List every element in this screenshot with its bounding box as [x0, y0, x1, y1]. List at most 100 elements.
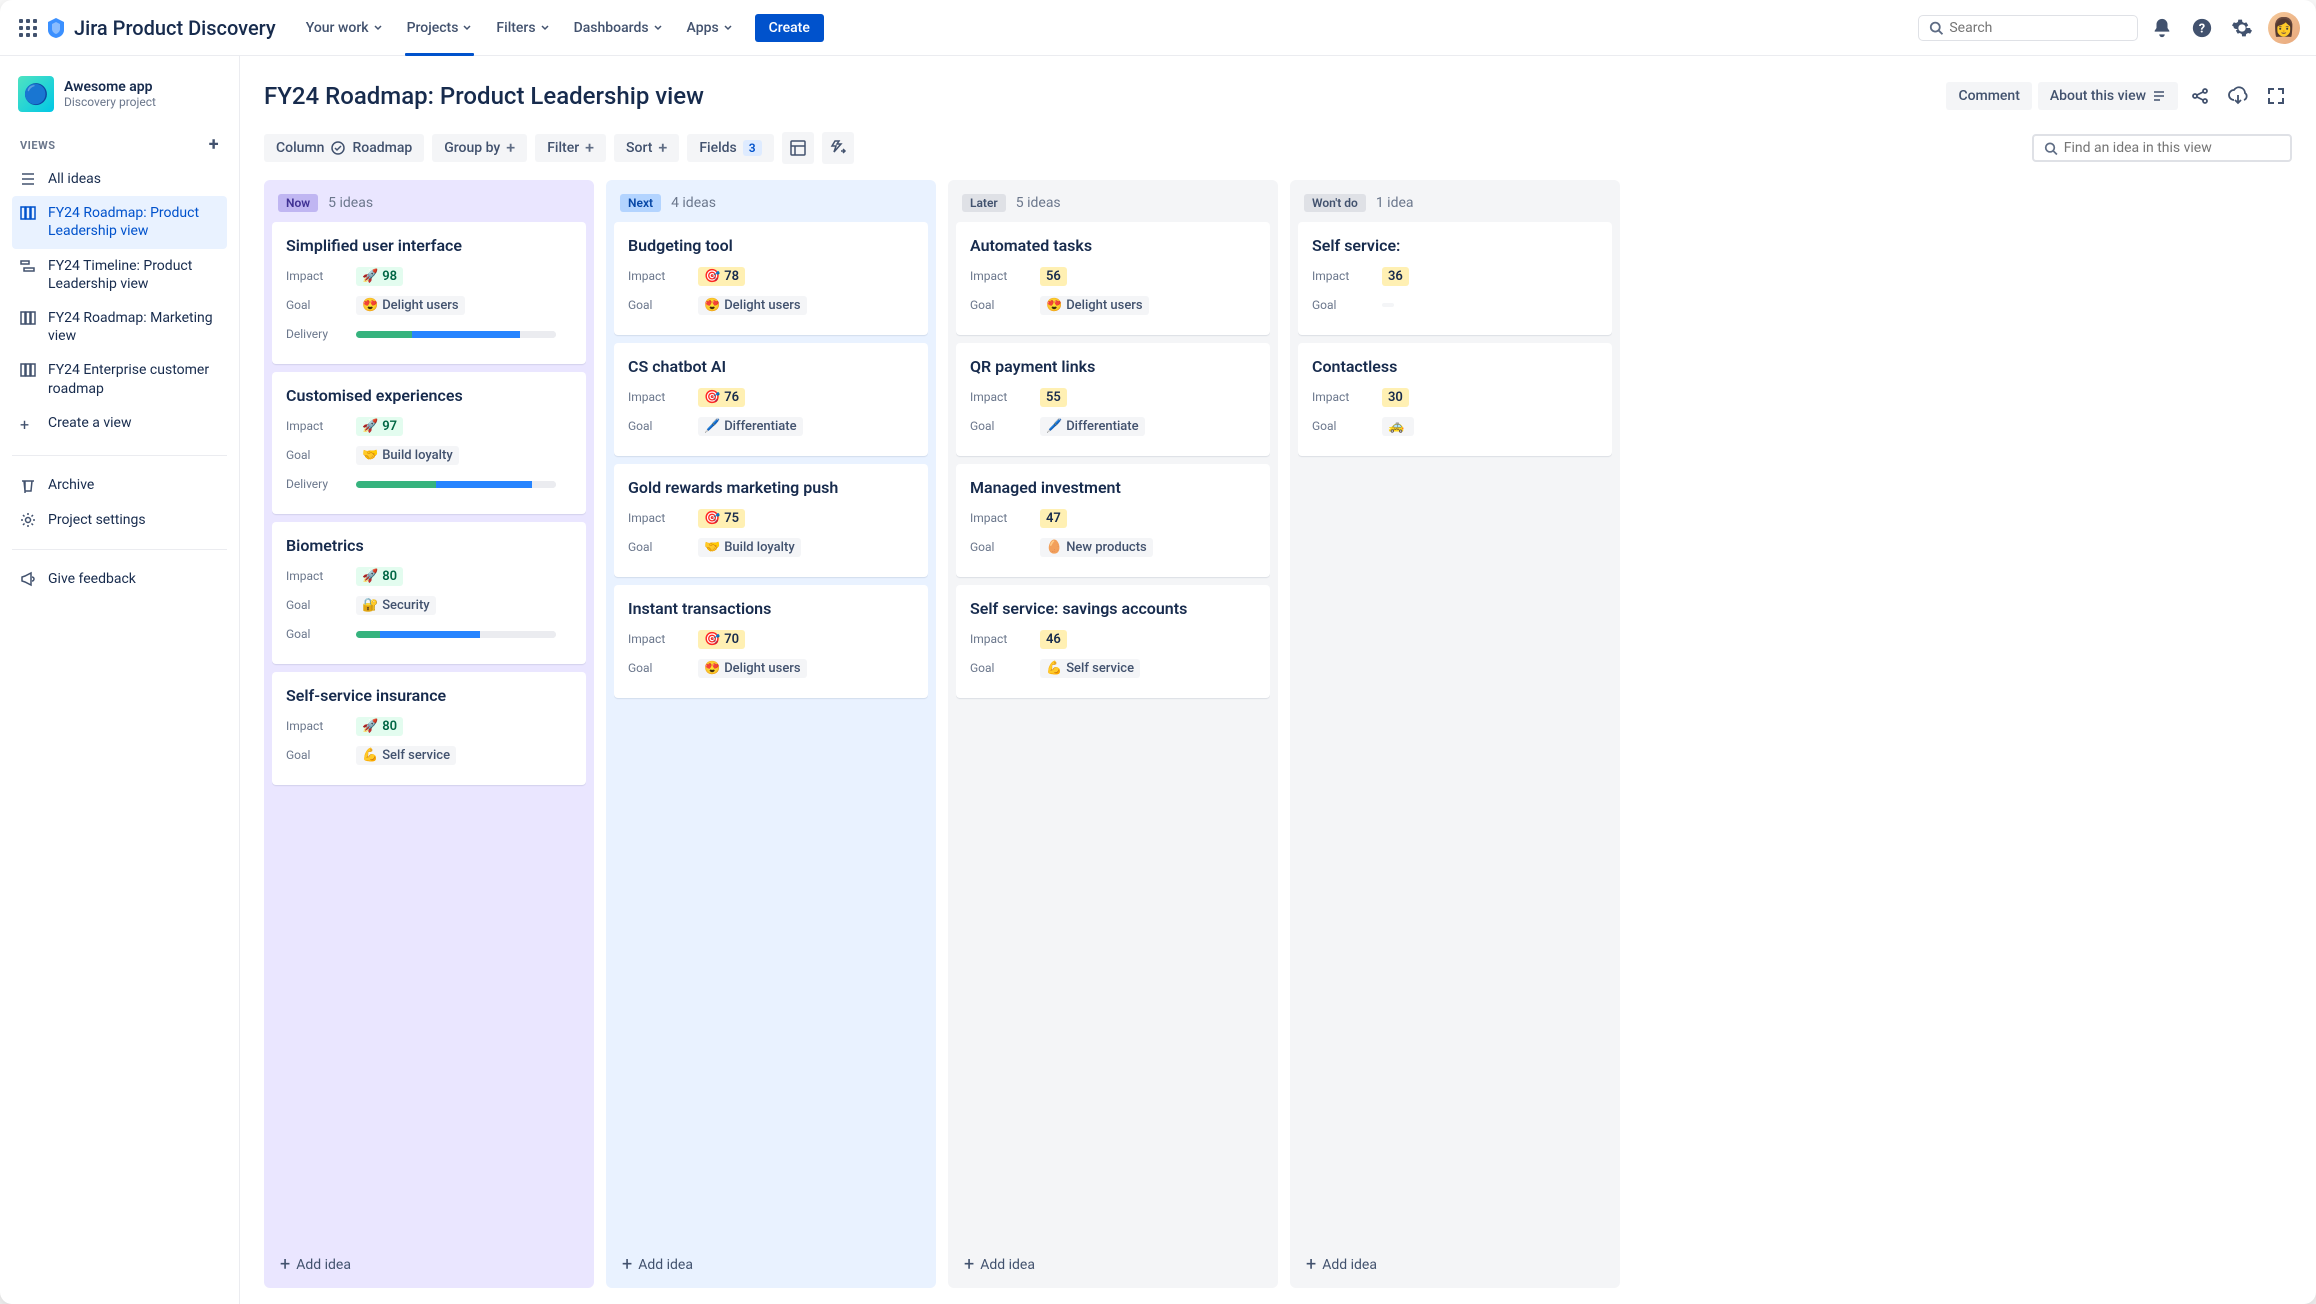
add-idea-button[interactable]: +Add idea: [272, 1246, 586, 1280]
sidebar-archive[interactable]: Archive: [12, 468, 227, 502]
project-header[interactable]: 🔵 Awesome app Discovery project: [12, 76, 227, 112]
megaphone-icon: [20, 571, 38, 587]
nav-your-work[interactable]: Your work: [296, 12, 393, 44]
field-label: Impact: [970, 269, 1040, 283]
goal-badge: 🖊️Differentiate: [698, 417, 803, 436]
sidebar-item-all-ideas[interactable]: All ideas: [12, 162, 227, 196]
nav-projects[interactable]: Projects: [397, 12, 483, 44]
idea-card[interactable]: Budgeting toolImpact🎯78Goal😍Delight user…: [614, 222, 928, 335]
card-title: QR payment links: [970, 357, 1256, 376]
card-title: Gold rewards marketing push: [628, 478, 914, 497]
project-name: Awesome app: [64, 79, 156, 95]
field-label: Goal: [286, 598, 356, 612]
sidebar-item-timeline-product[interactable]: FY24 Timeline: Product Leadership view: [12, 249, 227, 301]
global-search-input[interactable]: [1949, 20, 2127, 36]
find-idea-input[interactable]: [2064, 140, 2280, 156]
idea-card[interactable]: Customised experiencesImpact🚀97Goal🤝Buil…: [272, 372, 586, 514]
column-header: Later 5 ideas: [956, 188, 1270, 222]
fields-button[interactable]: Fields3: [687, 134, 773, 162]
card-title: Contactless: [1312, 357, 1598, 376]
trash-icon: [20, 477, 38, 493]
idea-card[interactable]: Self-service insuranceImpact🚀80Goal💪Self…: [272, 672, 586, 785]
idea-card[interactable]: Simplified user interfaceImpact🚀98Goal😍D…: [272, 222, 586, 364]
field-label: Goal: [970, 419, 1040, 433]
idea-card[interactable]: Gold rewards marketing pushImpact🎯75Goal…: [614, 464, 928, 577]
nav-apps[interactable]: Apps: [677, 12, 743, 44]
add-idea-button[interactable]: +Add idea: [956, 1246, 1270, 1280]
goal-badge: 😍Delight users: [1040, 296, 1149, 315]
field-label: Goal: [1312, 298, 1382, 312]
svg-text:?: ?: [2199, 21, 2205, 36]
board-icon: [20, 310, 38, 326]
goal-badge: 🤝Build loyalty: [698, 538, 801, 557]
card-title: CS chatbot AI: [628, 357, 914, 376]
export-icon[interactable]: [2222, 80, 2254, 112]
idea-card[interactable]: CS chatbot AIImpact🎯76Goal🖊️Differentiat…: [614, 343, 928, 456]
sidebar: 🔵 Awesome app Discovery project VIEWS + …: [0, 56, 240, 1304]
notifications-icon[interactable]: [2146, 12, 2178, 44]
sidebar-item-enterprise-roadmap[interactable]: FY24 Enterprise customer roadmap: [12, 353, 227, 405]
card-title: Customised experiences: [286, 386, 572, 405]
app-switcher-icon[interactable]: [16, 16, 40, 40]
field-label: Impact: [970, 511, 1040, 525]
add-idea-button[interactable]: +Add idea: [1298, 1246, 1612, 1280]
column-tag: Later: [962, 194, 1006, 212]
column-header: Won't do 1 idea: [1298, 188, 1612, 222]
column-now: Now 5 ideas Simplified user interfaceImp…: [264, 180, 594, 1288]
sort-button[interactable]: Sort+: [614, 134, 679, 162]
find-idea-search[interactable]: [2032, 134, 2292, 162]
goal-badge: 💪Self service: [356, 746, 456, 765]
field-label: Goal: [628, 540, 698, 554]
idea-card[interactable]: Instant transactionsImpact🎯70Goal😍Deligh…: [614, 585, 928, 698]
nav-filters[interactable]: Filters: [486, 12, 559, 44]
idea-card[interactable]: Managed investmentImpact47Goal🥚New produ…: [956, 464, 1270, 577]
product-logo[interactable]: Jira Product Discovery: [44, 16, 276, 40]
project-type: Discovery project: [64, 95, 156, 109]
help-icon[interactable]: ?: [2186, 12, 2218, 44]
about-view-button[interactable]: About this view: [2038, 82, 2178, 110]
sidebar-item-roadmap-product[interactable]: FY24 Roadmap: Product Leadership view: [12, 196, 227, 248]
idea-card[interactable]: Automated tasksImpact56Goal😍Delight user…: [956, 222, 1270, 335]
field-label: Goal: [628, 661, 698, 675]
sidebar-give-feedback[interactable]: Give feedback: [12, 562, 227, 596]
user-avatar[interactable]: 👩: [2268, 12, 2300, 44]
settings-icon[interactable]: [2226, 12, 2258, 44]
impact-badge: 36: [1382, 267, 1409, 286]
column-header: Now 5 ideas: [272, 188, 586, 222]
idea-card[interactable]: ContactlessImpact30Goal🚕: [1298, 343, 1612, 456]
field-label: Goal: [970, 540, 1040, 554]
column-wont: Won't do 1 idea Self service:Impact36Goa…: [1290, 180, 1620, 1288]
project-icon: 🔵: [18, 76, 54, 112]
goal-badge: 🤝Build loyalty: [356, 446, 459, 465]
sidebar-item-roadmap-marketing[interactable]: FY24 Roadmap: Marketing view: [12, 301, 227, 353]
page-title: FY24 Roadmap: Product Leadership view: [264, 82, 704, 110]
add-view-icon[interactable]: +: [209, 136, 219, 154]
fullscreen-icon[interactable]: [2260, 80, 2292, 112]
impact-badge: 🎯78: [698, 267, 745, 286]
field-label: Impact: [1312, 269, 1382, 283]
add-idea-button[interactable]: +Add idea: [614, 1246, 928, 1280]
field-label: Goal: [1312, 419, 1382, 433]
autosave-icon[interactable]: [822, 132, 854, 164]
column-selector[interactable]: Column Roadmap: [264, 134, 424, 162]
field-label: Impact: [628, 632, 698, 646]
create-button[interactable]: Create: [755, 14, 824, 42]
idea-card[interactable]: Self service: savings accountsImpact46Go…: [956, 585, 1270, 698]
idea-card[interactable]: Self service:Impact36Goal: [1298, 222, 1612, 335]
idea-card[interactable]: BiometricsImpact🚀80Goal🔐SecurityGoal: [272, 522, 586, 664]
impact-badge: 30: [1382, 388, 1409, 407]
filter-button[interactable]: Filter+: [535, 134, 606, 162]
nav-dashboards[interactable]: Dashboards: [564, 12, 673, 44]
sidebar-project-settings[interactable]: Project settings: [12, 503, 227, 537]
idea-card[interactable]: QR payment linksImpact55Goal🖊️Differenti…: [956, 343, 1270, 456]
timeline-icon: [20, 258, 38, 274]
field-label: Impact: [286, 719, 356, 733]
comment-button[interactable]: Comment: [1946, 82, 2031, 110]
card-layout-icon[interactable]: [782, 132, 814, 164]
sidebar-create-view[interactable]: + Create a view: [12, 406, 227, 444]
groupby-button[interactable]: Group by+: [432, 134, 527, 162]
global-search[interactable]: [1918, 15, 2138, 41]
field-label: Goal: [970, 661, 1040, 675]
share-icon[interactable]: [2184, 80, 2216, 112]
main-content: FY24 Roadmap: Product Leadership view Co…: [240, 56, 2316, 1304]
